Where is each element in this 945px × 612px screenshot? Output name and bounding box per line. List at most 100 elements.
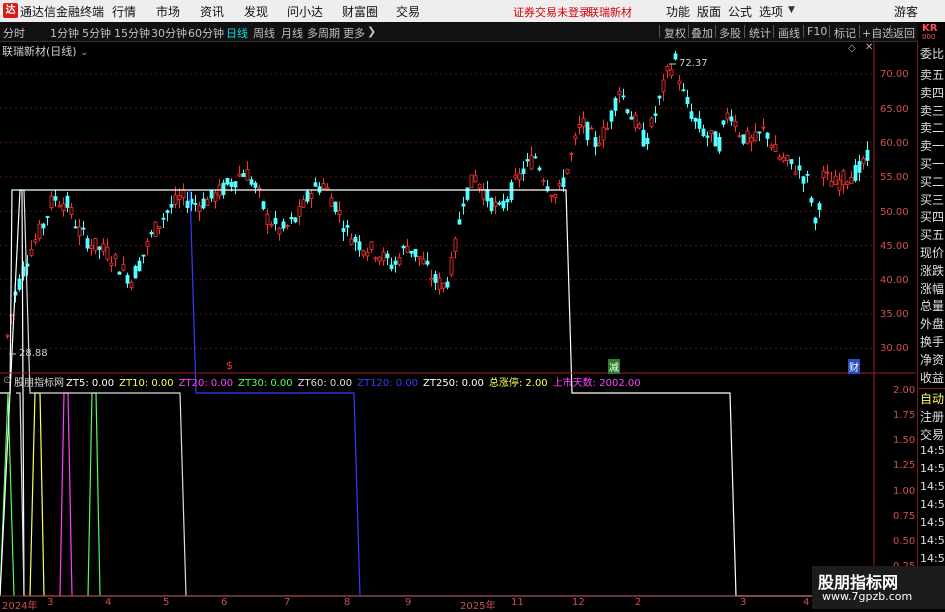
tab-60min[interactable]: 60分钟 bbox=[188, 25, 224, 41]
menu-zixun[interactable]: 资讯 bbox=[200, 3, 224, 20]
candle-body bbox=[57, 204, 62, 208]
tab-5min[interactable]: 5分钟 bbox=[82, 25, 111, 41]
candle-body bbox=[65, 195, 70, 208]
candle-body bbox=[73, 226, 78, 229]
candle-body bbox=[289, 216, 294, 220]
indicator-toggle-icon[interactable]: ⊙ bbox=[3, 375, 11, 386]
menu-caifuquan[interactable]: 财富圈 bbox=[342, 3, 378, 20]
tab-30min[interactable]: 30分钟 bbox=[151, 25, 187, 41]
candle-body bbox=[477, 183, 482, 189]
x-tick: 12 bbox=[572, 597, 585, 608]
menu-wenxiaoda[interactable]: 问小达 bbox=[287, 3, 323, 20]
candle-body bbox=[165, 210, 170, 213]
stock-link[interactable]: 联瑞新材 bbox=[588, 4, 632, 20]
candle-body bbox=[553, 194, 558, 199]
indicator-name[interactable]: 股朋指标网 bbox=[14, 374, 64, 389]
tick-time: 14:5 bbox=[920, 516, 945, 530]
candle-body bbox=[93, 237, 98, 252]
quote-field-label: 买一 bbox=[920, 157, 945, 171]
settings-icon[interactable]: ◇ bbox=[848, 43, 856, 54]
candle-body bbox=[101, 243, 106, 252]
candle-body bbox=[641, 129, 646, 147]
price-gridlines bbox=[0, 73, 874, 349]
menu-shichang[interactable]: 市场 bbox=[156, 3, 180, 20]
chevron-right-icon[interactable]: ❯ bbox=[367, 25, 376, 38]
candle-body bbox=[461, 203, 466, 207]
candle-body bbox=[533, 156, 538, 159]
reduce-holding-marker[interactable]: 减 bbox=[608, 359, 620, 374]
candle-body bbox=[669, 69, 674, 77]
tick-time: 14:5 bbox=[920, 462, 945, 476]
indicator-values: ZT5: 0.00 ZT10: 0.00 ZT20: 0.00 ZT30: 0.00 Z… bbox=[66, 374, 646, 389]
menu-banmian[interactable]: 版面 bbox=[697, 3, 721, 20]
fuquan-button[interactable]: 复权 bbox=[664, 25, 686, 41]
menu-jiaoyi[interactable]: 交易 bbox=[396, 3, 420, 20]
candle-body bbox=[321, 182, 326, 189]
duogu-button[interactable]: 多股 bbox=[719, 25, 741, 41]
tab-1min[interactable]: 1分钟 bbox=[50, 25, 79, 41]
price-tick: 35.00 bbox=[880, 309, 909, 320]
quote-panel-link[interactable]: 注册 bbox=[920, 408, 945, 425]
candle-body bbox=[489, 198, 494, 212]
candle-body bbox=[837, 179, 842, 191]
candle-body bbox=[793, 171, 798, 175]
finance-report-marker[interactable]: 财 bbox=[848, 359, 860, 374]
candle-body bbox=[481, 189, 486, 200]
candle-body bbox=[765, 132, 770, 139]
candle-body bbox=[453, 238, 458, 252]
menu-hangqing[interactable]: 行情 bbox=[112, 3, 136, 20]
price-tick: 40.00 bbox=[880, 275, 909, 286]
candle-body bbox=[713, 131, 718, 147]
tab-multi-period[interactable]: 多周期 bbox=[307, 25, 340, 41]
quote-header: KR 000 bbox=[918, 22, 945, 41]
add-watchlist-button[interactable]: +自选 bbox=[862, 25, 893, 41]
tick-time: 14:5 bbox=[920, 552, 945, 566]
candle-body bbox=[221, 182, 226, 196]
guest-label[interactable]: 游客 bbox=[894, 3, 918, 20]
tab-fenshi[interactable]: 分时 bbox=[3, 25, 25, 41]
price-tick: 70.00 bbox=[880, 69, 909, 80]
diejia-button[interactable]: 叠加 bbox=[691, 25, 713, 41]
quote-field-label: 卖五 bbox=[920, 68, 945, 82]
quote-panel-link[interactable]: 交易 bbox=[920, 426, 945, 443]
menu-faxian[interactable]: 发现 bbox=[244, 3, 268, 20]
candle-body bbox=[585, 121, 590, 141]
candle-body bbox=[245, 168, 250, 181]
menu-xuanxiang[interactable]: 选项 bbox=[759, 3, 783, 20]
candle-body bbox=[689, 111, 694, 119]
huaxian-button[interactable]: 画线 bbox=[778, 25, 800, 41]
back-button[interactable]: 返回 bbox=[893, 25, 915, 41]
zt10-line bbox=[29, 392, 45, 597]
dropdown-icon[interactable]: ▼ bbox=[788, 5, 795, 15]
candle-body bbox=[505, 199, 510, 203]
candle-body bbox=[145, 240, 150, 247]
tab-monthly[interactable]: 月线 bbox=[281, 25, 303, 41]
indicator-value: 总涨停: 2.00 bbox=[488, 378, 548, 389]
candle-body bbox=[549, 194, 554, 198]
chevron-down-icon[interactable]: ⌄ bbox=[80, 47, 88, 58]
candle-body bbox=[241, 173, 246, 178]
menu-gongshi[interactable]: 公式 bbox=[728, 3, 752, 20]
indicator-value: ZT5: 0.00 bbox=[66, 378, 115, 389]
quote-field-label: 外盘 bbox=[920, 317, 945, 332]
menu-gongneng[interactable]: 功能 bbox=[666, 3, 690, 20]
candle-body bbox=[609, 110, 614, 122]
close-icon[interactable]: ✕ bbox=[865, 42, 873, 53]
tab-weekly[interactable]: 周线 bbox=[253, 25, 275, 41]
login-warning[interactable]: 证券交易未登录 bbox=[513, 4, 590, 20]
quote-panel-link[interactable]: 自动 bbox=[920, 390, 945, 407]
candle-body bbox=[49, 195, 54, 209]
dividend-marker[interactable]: $ bbox=[226, 359, 233, 372]
tongji-button[interactable]: 统计 bbox=[749, 25, 771, 41]
candle-body bbox=[737, 135, 742, 138]
tab-15min[interactable]: 15分钟 bbox=[114, 25, 150, 41]
f10-button[interactable]: F10 bbox=[807, 25, 827, 38]
tab-daily[interactable]: 日线 bbox=[226, 25, 248, 41]
tab-more[interactable]: 更多 bbox=[343, 25, 365, 41]
candle-body bbox=[173, 194, 178, 205]
chart-canvas[interactable] bbox=[0, 41, 916, 609]
biaoji-button[interactable]: 标记 bbox=[834, 25, 856, 41]
candle-body bbox=[617, 90, 622, 95]
candle-body bbox=[673, 53, 678, 60]
candle-body bbox=[849, 177, 854, 184]
